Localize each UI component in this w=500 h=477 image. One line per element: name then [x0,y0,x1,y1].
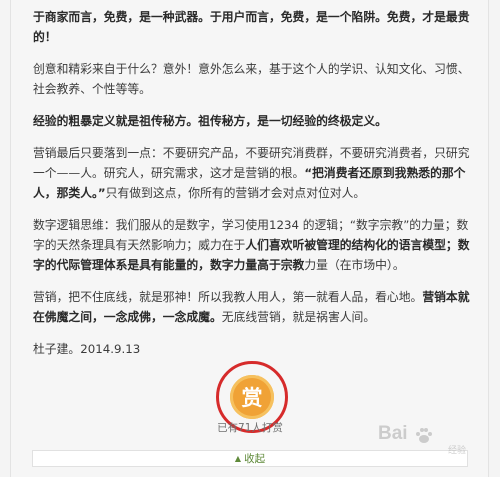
article-body: 于商家而言，免费，是一种武器。于用户而言，免费，是一个陷阱。免费，才是最贵的！ 创… [33,7,473,371]
bold-text: 于商家而言，免费，是一种武器。于用户而言，免费，是一个陷阱。免费，才是最贵的！ [33,10,470,44]
article-paragraph: 营销最后只要落到一点：不要研究产品，不要研究消费群，不要研究消费者，只研究一个—… [33,143,473,203]
body-text: 力量（在市场中）。 [304,258,405,272]
body-text: 无底线营销，就是祸害人间。 [221,310,376,324]
bold-text: 经验的粗暴定义就是祖传秘方。祖传秘方，是一切经验的终极定义。 [33,114,387,128]
paw-logo-icon [416,428,432,443]
left-border [10,0,11,477]
baidu-jingyan-watermark: Bai 经验 [378,423,496,457]
article-paragraph: 数字逻辑思维：我们服从的是数字，学习使用1234 的逻辑；“数字宗教”的力量；数… [33,215,473,275]
body-text: 营销，把不住底线，就是邪神！所以我教人用人，第一就看人品，看心地。 [33,290,423,304]
watermark-subtext: 经验 [448,445,467,455]
article-paragraph: 创意和精彩来自于什么？意外！意外怎么来，基于这个人的学识、认知文化、习惯、社会教… [33,59,473,99]
body-text: 创意和精彩来自于什么？意外！意外怎么来，基于这个人的学识、认知文化、习惯、社会教… [33,62,470,96]
article-paragraph: 杜子建。2014.9.13 [33,339,473,359]
body-text: 只有做到这点，你所有的营销才会对点对位对人。 [105,186,366,200]
collapse-label: 收起 [244,453,266,465]
watermark-text: Bai [378,423,408,444]
chevron-up-icon: ▲ [234,454,242,463]
article-paragraph: 于商家而言，免费，是一种武器。于用户而言，免费，是一个陷阱。免费，才是最贵的！ [33,7,473,47]
article-paragraph: 经验的粗暴定义就是祖传秘方。祖传秘方，是一切经验的终极定义。 [33,111,473,131]
body-text: 杜子建。2014.9.13 [33,342,141,356]
reward-icon[interactable]: 赏 [230,375,274,419]
right-border [488,0,489,477]
article-paragraph: 营销，把不住底线，就是邪神！所以我教人用人，第一就看人品，看心地。营销本就在佛魔… [33,287,473,327]
reward-label: 赏 [241,386,263,410]
